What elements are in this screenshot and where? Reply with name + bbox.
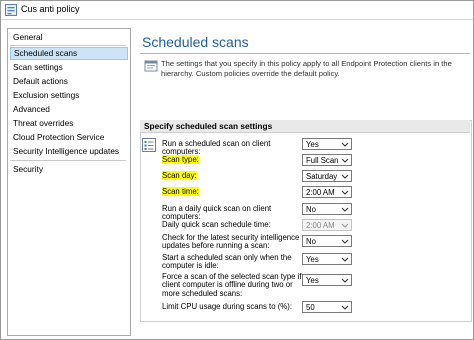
setting-label-force-scan: Force a scan of the selected scan type i… xyxy=(162,272,302,298)
page-heading: Scheduled scans xyxy=(142,34,249,50)
force-scan-select[interactable]: Yes xyxy=(302,274,352,286)
nav-divider xyxy=(10,160,126,161)
chevron-down-icon xyxy=(341,174,349,179)
nav-item-scan-settings[interactable]: Scan settings xyxy=(10,61,128,74)
setting-label-cpu-limit: Limit CPU usage during scans to (%): xyxy=(162,302,302,311)
chevron-down-icon xyxy=(341,239,349,244)
chevron-down-icon xyxy=(341,305,349,310)
setting-label-text: Limit CPU usage during scans to (%): xyxy=(162,302,293,311)
chevron-down-icon xyxy=(341,158,349,163)
cpu-limit-select[interactable]: 50 xyxy=(302,301,352,313)
setting-label-quick-scan-time: Daily quick scan schedule time: xyxy=(162,220,302,229)
selected-value: No xyxy=(306,205,316,214)
setting-label-scan-day: Scan day: xyxy=(162,171,302,180)
setting-label-text: Scan type: xyxy=(162,155,199,164)
setting-label-text: Run a daily quick scan on client compute… xyxy=(162,204,272,222)
setting-label-check-updates: Check for the latest security intelligen… xyxy=(162,233,302,251)
nav-divider xyxy=(10,45,126,46)
selected-value: 2:00 AM xyxy=(306,188,335,197)
selected-value: Yes xyxy=(306,255,319,264)
chevron-down-icon xyxy=(341,207,349,212)
title-bar: Cus anti policy xyxy=(1,1,473,20)
check-updates-select[interactable]: No xyxy=(302,235,352,247)
chevron-down-icon xyxy=(341,190,349,195)
idle-scan-select[interactable]: Yes xyxy=(302,253,352,265)
selected-value: Yes xyxy=(306,276,319,285)
scan-type-select[interactable]: Full Scan xyxy=(302,154,352,166)
policy-description: The settings that you specify in this po… xyxy=(161,59,452,78)
nav-item-security-intelligence[interactable]: Security Intelligence updates xyxy=(10,145,128,158)
policy-app-icon xyxy=(5,4,17,16)
selected-value: No xyxy=(306,237,316,246)
nav-item-default-actions[interactable]: Default actions xyxy=(10,75,128,88)
nav-item-threat-overrides[interactable]: Threat overrides xyxy=(10,117,128,130)
nav-item-scheduled-scans[interactable]: Scheduled scans xyxy=(10,47,128,60)
selected-value: Yes xyxy=(306,140,319,149)
chevron-down-icon xyxy=(341,142,349,147)
selected-value: 2:00 AM xyxy=(306,221,335,230)
scan-settings-icon xyxy=(142,138,156,152)
nav-item-exclusion-settings[interactable]: Exclusion settings xyxy=(10,89,128,102)
setting-label-scan-time: Scan time: xyxy=(162,187,302,196)
setting-label-text: Start a scheduled scan only when the com… xyxy=(162,253,292,271)
selected-value: Saturday xyxy=(306,172,338,181)
setting-label-text: Scan time: xyxy=(162,187,199,196)
chevron-down-icon xyxy=(341,278,349,283)
quick-scan-time-select[interactable]: 2:00 AM xyxy=(302,219,352,231)
heading-divider xyxy=(140,53,470,54)
scan-day-select[interactable]: Saturday xyxy=(302,170,352,182)
selected-value: 50 xyxy=(306,303,315,312)
group-title: Specify scheduled scan settings xyxy=(144,121,273,131)
selected-value: Full Scan xyxy=(306,156,339,165)
group-header: Specify scheduled scan settings xyxy=(140,120,470,133)
window-title: Cus anti policy xyxy=(21,4,80,14)
setting-label-text: Daily quick scan schedule time: xyxy=(162,220,271,229)
daily-quick-scan-select[interactable]: No xyxy=(302,203,352,215)
run-scheduled-scan-select[interactable]: Yes xyxy=(302,138,352,150)
setting-label-idle-scan: Start a scheduled scan only when the com… xyxy=(162,253,302,271)
policy-info-icon xyxy=(144,60,158,72)
setting-label-scan-type: Scan type: xyxy=(162,155,302,164)
chevron-down-icon xyxy=(341,257,349,262)
settings-nav: General Scheduled scans Scan settings De… xyxy=(7,28,131,336)
nav-item-security[interactable]: Security xyxy=(10,163,128,176)
nav-item-general[interactable]: General xyxy=(10,31,128,44)
policy-window: Cus anti policy General Scheduled scans … xyxy=(0,0,474,340)
setting-label-text: Force a scan of the selected scan type i… xyxy=(162,272,302,298)
setting-label-text: Scan day: xyxy=(162,171,197,180)
setting-label-text: Check for the latest security intelligen… xyxy=(162,233,300,251)
scan-time-select[interactable]: 2:00 AM xyxy=(302,186,352,198)
nav-item-cloud-protection[interactable]: Cloud Protection Service xyxy=(10,131,128,144)
setting-label-text: Run a scheduled scan on client computers… xyxy=(162,139,271,157)
nav-item-advanced[interactable]: Advanced xyxy=(10,103,128,116)
chevron-down-icon xyxy=(341,223,349,228)
